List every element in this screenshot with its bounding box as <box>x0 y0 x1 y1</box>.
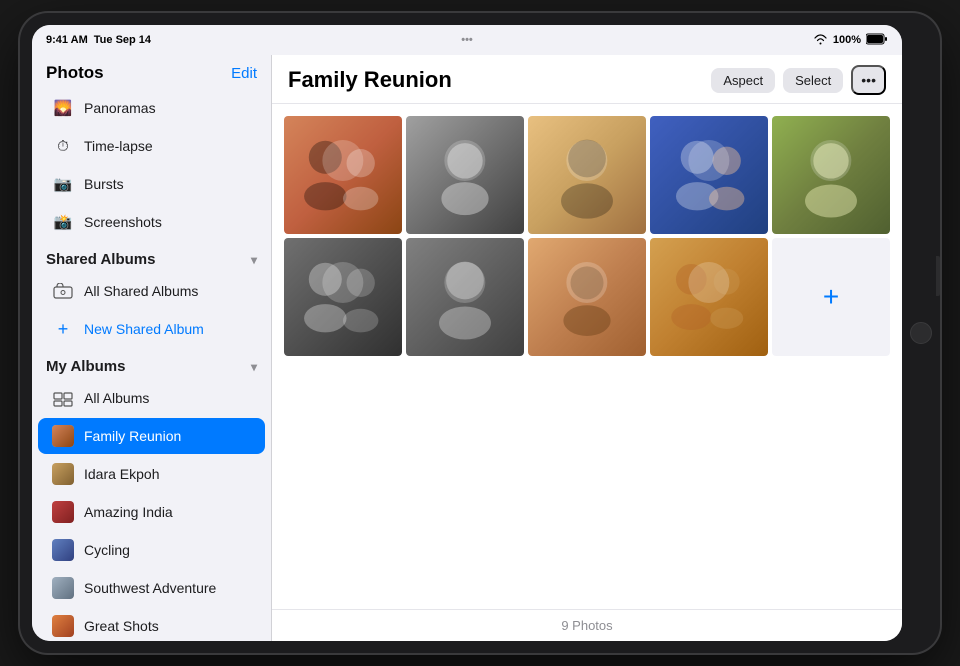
sidebar-item-timelapse[interactable]: ⏱ Time-lapse <box>38 128 265 164</box>
more-options-button[interactable]: ••• <box>851 65 886 95</box>
main-header: Family Reunion Aspect Select ••• <box>272 55 902 104</box>
all-albums-label: All Albums <box>84 390 149 406</box>
photo-2[interactable] <box>406 116 524 234</box>
sidebar-item-new-shared[interactable]: + New Shared Album <box>38 311 265 347</box>
shared-albums-chevron: ▾ <box>251 253 257 267</box>
sidebar-item-panoramas[interactable]: 🌄 Panoramas <box>38 90 265 126</box>
my-albums-chevron: ▾ <box>251 360 257 374</box>
cycling-label: Cycling <box>84 542 130 558</box>
sidebar-item-all-shared[interactable]: All Shared Albums <box>38 273 265 309</box>
my-albums-label: My Albums <box>46 358 125 375</box>
sidebar-item-label: Time-lapse <box>84 138 153 154</box>
bursts-icon: 📷 <box>52 173 74 195</box>
home-button[interactable] <box>910 322 932 344</box>
header-actions: Aspect Select ••• <box>711 65 886 95</box>
new-shared-icon: + <box>52 318 74 340</box>
all-shared-label: All Shared Albums <box>84 283 198 299</box>
select-button[interactable]: Select <box>783 68 843 93</box>
sidebar-item-all-albums[interactable]: All Albums <box>38 380 265 416</box>
main-panel: Family Reunion Aspect Select ••• <box>272 55 902 641</box>
photo-1[interactable] <box>284 116 402 234</box>
great-shots-label: Great Shots <box>84 618 159 634</box>
sidebar-item-screenshots[interactable]: 📸 Screenshots <box>38 204 265 240</box>
photo-row-1 <box>284 116 890 234</box>
screenshots-icon: 📸 <box>52 211 74 233</box>
new-shared-label: New Shared Album <box>84 321 204 337</box>
status-date: Tue Sep 14 <box>94 34 151 46</box>
sidebar-item-label: Bursts <box>84 176 124 192</box>
idara-thumb <box>52 463 74 485</box>
india-thumb <box>52 501 74 523</box>
status-bar: 9:41 AM Tue Sep 14 ••• 100% <box>32 25 902 55</box>
photo-count: 9 Photos <box>561 618 612 633</box>
drag-indicator: ••• <box>461 34 473 46</box>
sidebar-item-bursts[interactable]: 📷 Bursts <box>38 166 265 202</box>
all-albums-icon <box>52 387 74 409</box>
dots-icon: ••• <box>861 72 876 88</box>
photos-grid: + <box>272 104 902 609</box>
sidebar-item-great-shots[interactable]: Great Shots <box>38 608 265 641</box>
battery-icon <box>866 33 888 48</box>
sidebar-item-idara-ekpoh[interactable]: Idara Ekpoh <box>38 456 265 492</box>
southwest-thumb <box>52 577 74 599</box>
family-reunion-label: Family Reunion <box>84 428 181 444</box>
panoramas-icon: 🌄 <box>52 97 74 119</box>
timelapse-icon: ⏱ <box>52 135 74 157</box>
photo-6[interactable] <box>284 238 402 356</box>
shared-albums-section-header[interactable]: Shared Albums ▾ <box>32 241 271 272</box>
idara-label: Idara Ekpoh <box>84 466 160 482</box>
battery-label: 100% <box>833 34 861 46</box>
wifi-icon <box>813 33 828 48</box>
add-photo-button[interactable]: + <box>772 238 890 356</box>
sidebar-item-southwest-adventure[interactable]: Southwest Adventure <box>38 570 265 606</box>
great-shots-thumb <box>52 615 74 637</box>
sidebar-item-label: Screenshots <box>84 214 162 230</box>
sidebar-item-amazing-india[interactable]: Amazing India <box>38 494 265 530</box>
sidebar-item-label: Panoramas <box>84 100 156 116</box>
photo-4[interactable] <box>650 116 768 234</box>
sidebar-title: Photos <box>46 63 104 83</box>
sidebar-edit-button[interactable]: Edit <box>231 65 257 82</box>
photo-9[interactable] <box>650 238 768 356</box>
sidebar-item-cycling[interactable]: Cycling <box>38 532 265 568</box>
photos-footer: 9 Photos <box>272 609 902 641</box>
photo-7[interactable] <box>406 238 524 356</box>
photo-row-2: + <box>284 238 890 356</box>
family-reunion-thumb <box>52 425 74 447</box>
photo-8[interactable] <box>528 238 646 356</box>
page-title: Family Reunion <box>288 67 452 93</box>
photo-3[interactable] <box>528 116 646 234</box>
aspect-button[interactable]: Aspect <box>711 68 775 93</box>
all-shared-icon <box>52 280 74 302</box>
india-label: Amazing India <box>84 504 173 520</box>
sidebar: Photos Edit 🌄 Panoramas ⏱ Time-lapse 📷 B… <box>32 55 272 641</box>
southwest-label: Southwest Adventure <box>84 580 216 596</box>
photo-5[interactable] <box>772 116 890 234</box>
shared-albums-label: Shared Albums <box>46 251 155 268</box>
my-albums-section-header[interactable]: My Albums ▾ <box>32 348 271 379</box>
status-time: 9:41 AM <box>46 34 88 46</box>
cycling-thumb <box>52 539 74 561</box>
sidebar-item-family-reunion[interactable]: Family Reunion <box>38 418 265 454</box>
